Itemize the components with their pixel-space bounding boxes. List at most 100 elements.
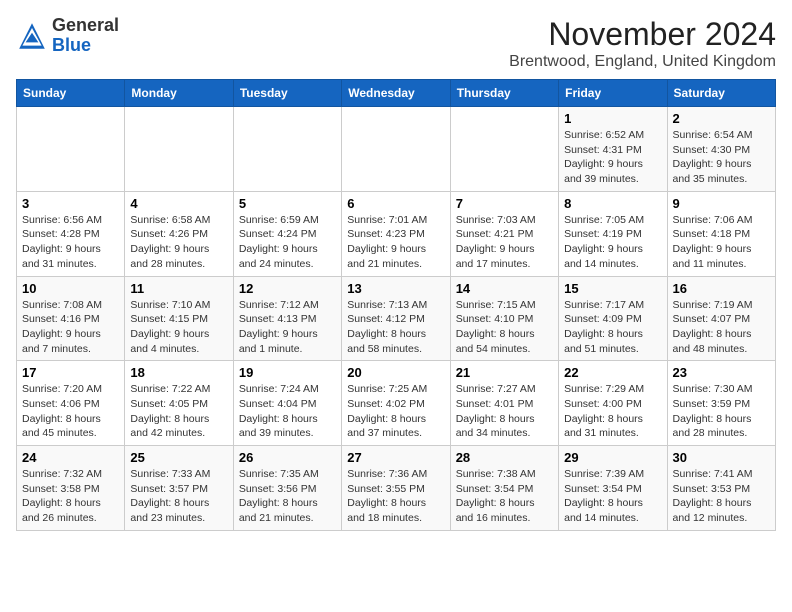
calendar-body: 1 Sunrise: 6:52 AM Sunset: 4:31 PM Daylig… — [17, 107, 776, 531]
day-number: 7 — [456, 196, 553, 211]
day-number: 27 — [347, 450, 444, 465]
calendar-cell: 25 Sunrise: 7:33 AM Sunset: 3:57 PM Dayli… — [125, 446, 233, 531]
day-info: Sunrise: 6:59 AM Sunset: 4:24 PM Dayligh… — [239, 213, 336, 272]
day-number: 17 — [22, 365, 119, 380]
calendar-cell: 28 Sunrise: 7:38 AM Sunset: 3:54 PM Dayli… — [450, 446, 558, 531]
calendar-cell: 29 Sunrise: 7:39 AM Sunset: 3:54 PM Dayli… — [559, 446, 667, 531]
day-info: Sunrise: 7:41 AM Sunset: 3:53 PM Dayligh… — [673, 467, 770, 526]
logo: General Blue — [16, 16, 119, 56]
calendar-cell: 2 Sunrise: 6:54 AM Sunset: 4:30 PM Daylig… — [667, 107, 775, 192]
week-row-5: 24 Sunrise: 7:32 AM Sunset: 3:58 PM Dayli… — [17, 446, 776, 531]
calendar-cell: 18Sunrise: 7:22 AM Sunset: 4:05 PM Dayli… — [125, 361, 233, 446]
calendar-cell: 30 Sunrise: 7:41 AM Sunset: 3:53 PM Dayli… — [667, 446, 775, 531]
day-info: Sunrise: 7:12 AM Sunset: 4:13 PM Dayligh… — [239, 298, 336, 357]
week-row-4: 17 Sunrise: 7:20 AM Sunset: 4:06 PM Dayli… — [17, 361, 776, 446]
day-number: 11 — [130, 281, 227, 296]
day-info: Sunrise: 7:24 AM Sunset: 4:04 PM Dayligh… — [239, 382, 336, 441]
day-number: 19 — [239, 365, 336, 380]
day-number: 10 — [22, 281, 119, 296]
calendar-table: SundayMondayTuesdayWednesdayThursdayFrid… — [16, 79, 776, 531]
calendar-cell — [233, 107, 341, 192]
page-title: November 2024 — [509, 16, 776, 53]
calendar-cell — [125, 107, 233, 192]
header: General Blue November 2024 Brentwood, En… — [16, 16, 776, 71]
day-info: Sunrise: 7:08 AM Sunset: 4:16 PM Dayligh… — [22, 298, 119, 357]
day-number: 9 — [673, 196, 770, 211]
day-number: 23 — [673, 365, 770, 380]
page-subtitle: Brentwood, England, United Kingdom — [509, 53, 776, 71]
week-row-3: 10 Sunrise: 7:08 AM Sunset: 4:16 PM Dayli… — [17, 276, 776, 361]
day-number: 15 — [564, 281, 661, 296]
calendar-cell — [450, 107, 558, 192]
day-number: 13 — [347, 281, 444, 296]
calendar-cell: 19 Sunrise: 7:24 AM Sunset: 4:04 PM Dayli… — [233, 361, 341, 446]
calendar-cell: 1 Sunrise: 6:52 AM Sunset: 4:31 PM Daylig… — [559, 107, 667, 192]
day-info: Sunrise: 7:33 AM Sunset: 3:57 PM Dayligh… — [130, 467, 227, 526]
logo-text: General Blue — [52, 16, 119, 56]
header-day-wednesday: Wednesday — [342, 80, 450, 107]
day-number: 29 — [564, 450, 661, 465]
day-info: Sunrise: 7:30 AM Sunset: 3:59 PM Dayligh… — [673, 382, 770, 441]
day-number: 30 — [673, 450, 770, 465]
calendar-cell: 10 Sunrise: 7:08 AM Sunset: 4:16 PM Dayli… — [17, 276, 125, 361]
header-day-sunday: Sunday — [17, 80, 125, 107]
calendar-cell: 12Sunrise: 7:12 AM Sunset: 4:13 PM Dayli… — [233, 276, 341, 361]
calendar-cell: 22Sunrise: 7:29 AM Sunset: 4:00 PM Dayli… — [559, 361, 667, 446]
day-number: 25 — [130, 450, 227, 465]
day-info: Sunrise: 7:32 AM Sunset: 3:58 PM Dayligh… — [22, 467, 119, 526]
day-info: Sunrise: 7:27 AM Sunset: 4:01 PM Dayligh… — [456, 382, 553, 441]
calendar-cell: 5 Sunrise: 6:59 AM Sunset: 4:24 PM Daylig… — [233, 191, 341, 276]
week-row-1: 1 Sunrise: 6:52 AM Sunset: 4:31 PM Daylig… — [17, 107, 776, 192]
day-number: 20 — [347, 365, 444, 380]
day-info: Sunrise: 7:38 AM Sunset: 3:54 PM Dayligh… — [456, 467, 553, 526]
calendar-cell: 4 Sunrise: 6:58 AM Sunset: 4:26 PM Daylig… — [125, 191, 233, 276]
calendar-cell: 26Sunrise: 7:35 AM Sunset: 3:56 PM Dayli… — [233, 446, 341, 531]
day-number: 6 — [347, 196, 444, 211]
day-info: Sunrise: 7:03 AM Sunset: 4:21 PM Dayligh… — [456, 213, 553, 272]
calendar-cell: 11Sunrise: 7:10 AM Sunset: 4:15 PM Dayli… — [125, 276, 233, 361]
day-number: 21 — [456, 365, 553, 380]
day-number: 14 — [456, 281, 553, 296]
calendar-cell: 27 Sunrise: 7:36 AM Sunset: 3:55 PM Dayli… — [342, 446, 450, 531]
header-row: SundayMondayTuesdayWednesdayThursdayFrid… — [17, 80, 776, 107]
day-number: 26 — [239, 450, 336, 465]
day-info: Sunrise: 7:36 AM Sunset: 3:55 PM Dayligh… — [347, 467, 444, 526]
day-info: Sunrise: 7:06 AM Sunset: 4:18 PM Dayligh… — [673, 213, 770, 272]
day-number: 2 — [673, 111, 770, 126]
calendar-cell: 14 Sunrise: 7:15 AM Sunset: 4:10 PM Dayli… — [450, 276, 558, 361]
day-info: Sunrise: 7:20 AM Sunset: 4:06 PM Dayligh… — [22, 382, 119, 441]
calendar-cell: 21 Sunrise: 7:27 AM Sunset: 4:01 PM Dayli… — [450, 361, 558, 446]
calendar-cell: 3 Sunrise: 6:56 AM Sunset: 4:28 PM Daylig… — [17, 191, 125, 276]
day-info: Sunrise: 6:58 AM Sunset: 4:26 PM Dayligh… — [130, 213, 227, 272]
calendar-cell — [17, 107, 125, 192]
day-info: Sunrise: 7:39 AM Sunset: 3:54 PM Dayligh… — [564, 467, 661, 526]
header-day-tuesday: Tuesday — [233, 80, 341, 107]
header-day-friday: Friday — [559, 80, 667, 107]
calendar-cell: 20Sunrise: 7:25 AM Sunset: 4:02 PM Dayli… — [342, 361, 450, 446]
day-number: 28 — [456, 450, 553, 465]
logo-icon — [16, 20, 48, 52]
day-info: Sunrise: 6:56 AM Sunset: 4:28 PM Dayligh… — [22, 213, 119, 272]
day-number: 5 — [239, 196, 336, 211]
calendar-cell: 13 Sunrise: 7:13 AM Sunset: 4:12 PM Dayli… — [342, 276, 450, 361]
day-info: Sunrise: 6:52 AM Sunset: 4:31 PM Dayligh… — [564, 128, 661, 187]
header-day-monday: Monday — [125, 80, 233, 107]
day-number: 8 — [564, 196, 661, 211]
day-info: Sunrise: 6:54 AM Sunset: 4:30 PM Dayligh… — [673, 128, 770, 187]
day-info: Sunrise: 7:15 AM Sunset: 4:10 PM Dayligh… — [456, 298, 553, 357]
day-info: Sunrise: 7:13 AM Sunset: 4:12 PM Dayligh… — [347, 298, 444, 357]
calendar-header: SundayMondayTuesdayWednesdayThursdayFrid… — [17, 80, 776, 107]
day-number: 1 — [564, 111, 661, 126]
week-row-2: 3 Sunrise: 6:56 AM Sunset: 4:28 PM Daylig… — [17, 191, 776, 276]
calendar-cell: 17 Sunrise: 7:20 AM Sunset: 4:06 PM Dayli… — [17, 361, 125, 446]
calendar-cell: 7 Sunrise: 7:03 AM Sunset: 4:21 PM Daylig… — [450, 191, 558, 276]
calendar-cell: 16Sunrise: 7:19 AM Sunset: 4:07 PM Dayli… — [667, 276, 775, 361]
header-day-thursday: Thursday — [450, 80, 558, 107]
header-day-saturday: Saturday — [667, 80, 775, 107]
calendar-cell: 24 Sunrise: 7:32 AM Sunset: 3:58 PM Dayli… — [17, 446, 125, 531]
day-info: Sunrise: 7:29 AM Sunset: 4:00 PM Dayligh… — [564, 382, 661, 441]
day-number: 24 — [22, 450, 119, 465]
calendar-cell: 23 Sunrise: 7:30 AM Sunset: 3:59 PM Dayli… — [667, 361, 775, 446]
day-number: 4 — [130, 196, 227, 211]
day-number: 3 — [22, 196, 119, 211]
